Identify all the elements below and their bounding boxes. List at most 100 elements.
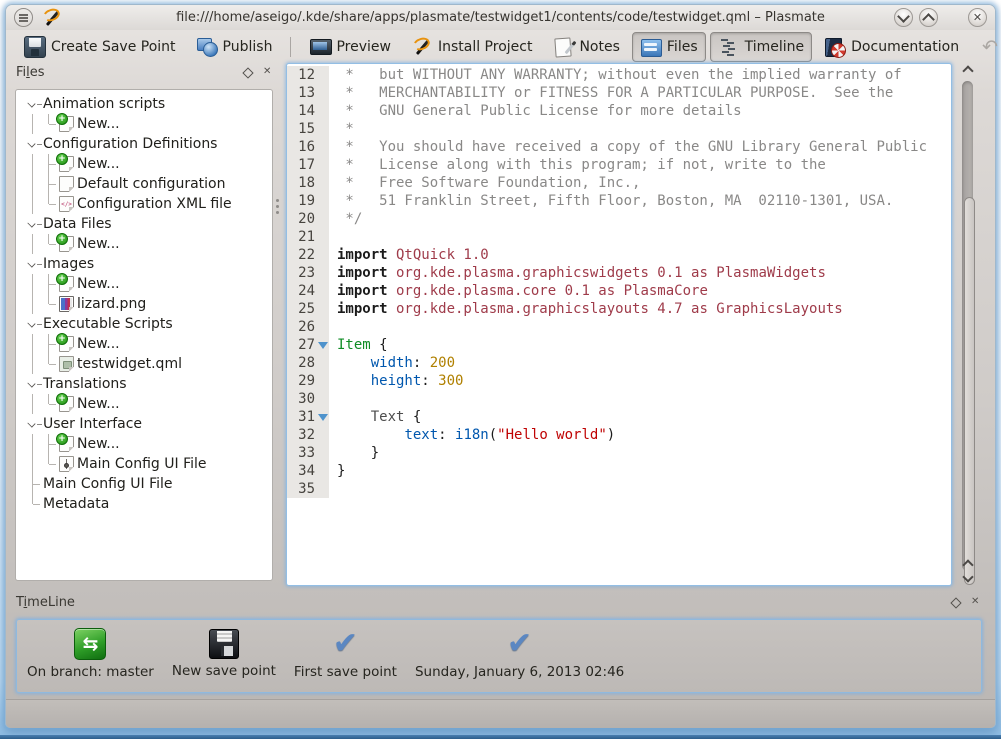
tree-item-main-config-ui-file[interactable]: Main Config UI File — [24, 454, 272, 474]
tree-item-translations[interactable]: Translations — [24, 374, 272, 394]
tree-guide — [24, 394, 40, 414]
code-line-34[interactable]: 34} — [287, 462, 951, 480]
code-line-24[interactable]: 24import org.kde.plasma.core 0.1 as Plas… — [287, 282, 951, 300]
scroll-up2-icon[interactable] — [963, 559, 972, 568]
code-line-32[interactable]: 32 text: i18n("Hello world") — [287, 426, 951, 444]
expander-chevron-icon[interactable] — [24, 134, 40, 154]
line-number: 20 — [287, 210, 329, 228]
tree-item-new[interactable]: New... — [24, 234, 272, 254]
close-panel-icon[interactable] — [262, 67, 274, 79]
code-line-35[interactable]: 35 — [287, 480, 951, 498]
code-line-31[interactable]: 31 Text { — [287, 408, 951, 426]
tree-item-main-config-ui-file[interactable]: Main Config UI File — [24, 474, 272, 494]
timeline-item-first-save-point[interactable]: ✔First save point — [294, 628, 397, 680]
tree-item-default-configuration[interactable]: Default configuration — [24, 174, 272, 194]
scroll-up-icon[interactable] — [963, 65, 972, 74]
tree-item-new[interactable]: New... — [24, 434, 272, 454]
tree-item-testwidget-qml[interactable]: testwidget.qml — [24, 354, 272, 374]
tree-item-configuration-xml-file[interactable]: Configuration XML file — [24, 194, 272, 214]
code-line-15[interactable]: 15 * — [287, 120, 951, 138]
tree-item-label: New... — [77, 436, 120, 452]
tree-item-user-interface[interactable]: User Interface — [24, 414, 272, 434]
toolbar-button-undo[interactable]: ↶Undo — [971, 32, 1001, 62]
code-line-17[interactable]: 17 * License along with this program; if… — [287, 156, 951, 174]
code-line-20[interactable]: 20 */ — [287, 210, 951, 228]
tree-item-new[interactable]: New... — [24, 114, 272, 134]
expander-chevron-icon[interactable] — [24, 314, 40, 334]
timeline-item-sunday-january-6-2013-02-46[interactable]: ✔Sunday, January 6, 2013 02:46 — [415, 628, 624, 680]
line-number: 16 — [287, 138, 329, 156]
fold-marker-icon[interactable] — [318, 414, 328, 421]
editor-scrollbar[interactable] — [959, 63, 976, 588]
scrollbar-thumb[interactable] — [964, 197, 975, 585]
files-tree[interactable]: Animation scriptsNew...Configuration Def… — [15, 89, 273, 581]
title-bar[interactable]: file:///home/aseigo/.kde/share/apps/plas… — [6, 5, 995, 30]
tree-item-data-files[interactable]: Data Files — [24, 214, 272, 234]
tree-guide — [24, 274, 40, 294]
expander-chevron-icon[interactable] — [24, 414, 40, 434]
timeline-list[interactable]: ⇆On branch: master New save point ✔First s… — [16, 619, 982, 693]
new-file-icon — [59, 116, 74, 132]
close-button[interactable] — [968, 8, 987, 27]
tree-guide — [40, 454, 56, 474]
code-line-21[interactable]: 21 — [287, 228, 951, 246]
toolbar-button-notes[interactable]: Notes — [544, 32, 627, 62]
tree-item-lizard-png[interactable]: lizard.png — [24, 294, 272, 314]
splitter-handle[interactable] — [276, 199, 279, 215]
tree-item-configuration-definitions[interactable]: Configuration Definitions — [24, 134, 272, 154]
code-editor[interactable]: 12 * but WITHOUT ANY WARRANTY; without e… — [286, 63, 952, 586]
scrollbar-track[interactable] — [962, 81, 973, 571]
minimize-button[interactable] — [894, 8, 913, 27]
code-line-29[interactable]: 29 height: 300 — [287, 372, 951, 390]
code-line-13[interactable]: 13 * MERCHANTABILITY or FITNESS FOR A PA… — [287, 84, 951, 102]
tree-item-images[interactable]: Images — [24, 254, 272, 274]
toolbar-button-files[interactable]: Files — [632, 32, 706, 62]
code-line-28[interactable]: 28 width: 200 — [287, 354, 951, 372]
float-panel-icon[interactable] — [950, 597, 962, 609]
code-line-16[interactable]: 16 * You should have received a copy of … — [287, 138, 951, 156]
float-panel-icon[interactable] — [242, 67, 254, 79]
code-line-30[interactable]: 30 — [287, 390, 951, 408]
fold-marker-icon[interactable] — [318, 342, 328, 349]
code-line-14[interactable]: 14 * GNU General Public License for more… — [287, 102, 951, 120]
code-line-18[interactable]: 18 * Free Software Foundation, Inc., — [287, 174, 951, 192]
scroll-down-icon[interactable] — [963, 573, 972, 582]
toolbar-button-install-project[interactable]: Install Project — [403, 32, 541, 62]
expander-chevron-icon[interactable] — [24, 214, 40, 234]
tree-item-label: New... — [77, 236, 120, 252]
tree-item-new[interactable]: New... — [24, 334, 272, 354]
tree-guide — [24, 154, 40, 174]
tree-item-new[interactable]: New... — [24, 154, 272, 174]
code-line-33[interactable]: 33 } — [287, 444, 951, 462]
toolbar-button-timeline[interactable]: Timeline — [710, 32, 813, 62]
close-panel-icon[interactable] — [970, 597, 982, 609]
toolbar-button-create-save-point[interactable]: Create Save Point — [16, 32, 184, 62]
tree-item-metadata[interactable]: Metadata — [24, 494, 272, 514]
tree-item-executable-scripts[interactable]: Executable Scripts — [24, 314, 272, 334]
tree-item-new[interactable]: New... — [24, 394, 272, 414]
maximize-button[interactable] — [919, 8, 938, 27]
tree-guide — [24, 334, 40, 354]
tree-item-label: New... — [77, 156, 120, 172]
tree-item-label: Animation scripts — [43, 96, 165, 112]
toolbar-button-preview[interactable]: Preview — [301, 32, 399, 62]
code-line-19[interactable]: 19 * 51 Franklin Street, Fifth Floor, Bo… — [287, 192, 951, 210]
expander-chevron-icon[interactable] — [24, 254, 40, 274]
code-line-12[interactable]: 12 * but WITHOUT ANY WARRANTY; without e… — [287, 66, 951, 84]
timeline-item-new-save-point[interactable]: New save point — [172, 628, 276, 679]
tree-item-animation-scripts[interactable]: Animation scripts — [24, 94, 272, 114]
new-file-icon — [59, 436, 74, 452]
timeline-item-on-branch-master[interactable]: ⇆On branch: master — [27, 628, 154, 680]
code-line-26[interactable]: 26 — [287, 318, 951, 336]
expander-chevron-icon[interactable] — [24, 94, 40, 114]
expander-chevron-icon[interactable] — [24, 374, 40, 394]
toolbar-button-publish[interactable]: Publish — [188, 32, 281, 62]
code-line-23[interactable]: 23import org.kde.plasma.graphicswidgets … — [287, 264, 951, 282]
code-line-22[interactable]: 22import QtQuick 1.0 — [287, 246, 951, 264]
code-line-27[interactable]: 27Item { — [287, 336, 951, 354]
toolbar-button-documentation[interactable]: Documentation — [816, 32, 967, 62]
code-line-25[interactable]: 25import org.kde.plasma.graphicslayouts … — [287, 300, 951, 318]
window-menu-button[interactable] — [14, 8, 33, 27]
code-text: */ — [329, 210, 362, 228]
tree-item-new[interactable]: New... — [24, 274, 272, 294]
